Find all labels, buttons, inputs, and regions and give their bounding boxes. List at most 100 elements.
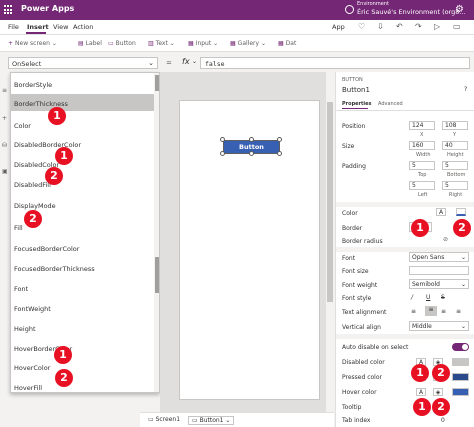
redo-icon[interactable]: ↷ <box>415 22 422 31</box>
align-right-icon[interactable]: ≡ <box>441 308 446 315</box>
save-icon[interactable]: ▭ <box>453 22 461 31</box>
option-font[interactable]: Font <box>14 285 28 293</box>
screen-breadcrumb[interactable]: ▭ Screen1 <box>148 416 180 423</box>
callout-badge-2: 2 <box>45 167 63 185</box>
tab-advanced[interactable]: Advanced <box>378 101 403 107</box>
chevron-down-icon: ⌄ <box>148 59 154 67</box>
resize-handle[interactable] <box>249 151 254 156</box>
font-weight-dropdown[interactable]: Semibold ⌄ <box>409 279 469 289</box>
formula-input[interactable]: false <box>200 57 470 69</box>
app-button[interactable]: App <box>332 23 345 31</box>
height-input[interactable]: 40 <box>442 141 468 150</box>
fx-chevron-icon[interactable]: ⌄ <box>192 58 197 65</box>
hover-border-swatch[interactable] <box>452 388 469 396</box>
fill-color-swatch[interactable] <box>456 208 466 216</box>
new-screen-button[interactable]: + New screen ⌄ <box>8 40 57 47</box>
position-x-input[interactable]: 124 <box>409 121 435 130</box>
preview-icon[interactable]: ▷ <box>434 22 440 31</box>
underline-icon[interactable]: U <box>426 294 430 301</box>
label-icon: ▤ <box>78 40 84 47</box>
canvas-scroll-thumb[interactable] <box>327 102 333 302</box>
option-hovercolor[interactable]: HoverColor <box>14 364 50 372</box>
input-menu[interactable]: ▦ Input ⌄ <box>188 40 218 47</box>
canvas-scrollbar[interactable] <box>326 72 334 412</box>
option-focusedbordercolor[interactable]: FocusedBorderColor <box>14 245 79 253</box>
option-focusedborderthickness[interactable]: FocusedBorderThickness <box>14 265 95 273</box>
callout-badge-1: 1 <box>413 398 431 416</box>
option-disabledfill[interactable]: DisabledFill <box>14 181 51 189</box>
align-justify-icon[interactable]: ≡ <box>456 308 461 315</box>
resize-handle[interactable] <box>220 151 225 156</box>
option-displaymode[interactable]: DisplayMode <box>14 202 56 210</box>
tab-properties[interactable]: Properties <box>342 101 371 107</box>
strikethrough-icon[interactable]: S <box>441 294 445 301</box>
property-select[interactable]: OnSelect ⌄ <box>8 57 158 69</box>
disabled-border-swatch[interactable] <box>452 358 469 366</box>
insert-icon[interactable]: + <box>2 115 7 122</box>
italic-icon[interactable]: / <box>411 294 413 301</box>
font-weight-label: Font weight <box>342 282 378 289</box>
label-button[interactable]: ▤ Label <box>78 40 102 47</box>
settings-icon[interactable]: ⚙ <box>455 4 464 15</box>
padding-bottom-input[interactable]: 5 <box>442 161 468 170</box>
hover-fill-icon[interactable]: ◈ <box>433 388 443 396</box>
option-hoverfill[interactable]: HoverFill <box>14 384 42 392</box>
media-icon[interactable]: ▣ <box>2 168 8 175</box>
menu-action[interactable]: Action <box>73 23 93 31</box>
align-left-icon[interactable]: ≡ <box>411 308 416 315</box>
auto-disable-label: Auto disable on select <box>342 344 409 351</box>
gallery-menu[interactable]: ▦ Gallery ⌄ <box>230 40 266 47</box>
align-center-icon[interactable]: ≡ <box>425 306 437 316</box>
resize-handle[interactable] <box>220 137 225 142</box>
app-launcher-icon[interactable] <box>4 5 14 15</box>
position-y-input[interactable]: 108 <box>442 121 468 130</box>
padding-top-input[interactable]: 5 <box>409 161 435 170</box>
data-table-button[interactable]: ▦ Dat <box>278 40 296 47</box>
link-icon[interactable]: ⊘ <box>443 236 448 243</box>
button-button[interactable]: ▭ Button <box>108 40 136 47</box>
option-height[interactable]: Height <box>14 325 36 333</box>
text-color-swatch[interactable]: A <box>436 208 446 216</box>
control-type: BUTTON <box>342 77 363 83</box>
hover-text-color-swatch[interactable]: A <box>416 388 426 396</box>
padding-label: Padding <box>342 163 366 170</box>
resize-handle[interactable] <box>277 151 282 156</box>
resize-handle[interactable] <box>277 137 282 142</box>
text-label: Text <box>155 40 168 47</box>
font-dropdown[interactable]: Open Sans ⌄ <box>409 252 469 262</box>
input-icon: ▦ <box>188 40 194 47</box>
auto-disable-toggle[interactable] <box>452 343 469 351</box>
vertical-align-dropdown[interactable]: Middle ⌄ <box>409 321 469 331</box>
tab-index-value[interactable]: 0 <box>441 417 445 424</box>
font-size-input[interactable] <box>409 266 469 275</box>
app-title: Power Apps <box>21 4 75 13</box>
option-fontweight[interactable]: FontWeight <box>14 305 51 313</box>
pressed-border-swatch[interactable] <box>452 373 469 381</box>
tree-view-icon[interactable]: ≡ <box>2 87 7 94</box>
option-disabledbordercolor[interactable]: DisabledBorderColor <box>14 141 81 149</box>
padding-left-input[interactable]: 5 <box>409 181 435 190</box>
font-value: Open Sans <box>412 254 445 261</box>
menu-view[interactable]: View <box>53 23 68 31</box>
chevron-down-icon: ⌄ <box>460 254 466 261</box>
fx-icon[interactable]: fx <box>182 57 190 66</box>
padding-right-input[interactable]: 5 <box>442 181 468 190</box>
width-input[interactable]: 160 <box>409 141 435 150</box>
undo-icon[interactable]: ↶ <box>396 22 403 31</box>
menu-insert[interactable]: Insert <box>27 23 49 31</box>
text-menu[interactable]: ▥ Text ⌄ <box>148 40 175 47</box>
share-icon[interactable]: ⇩ <box>377 22 384 31</box>
option-color[interactable]: Color <box>14 122 31 130</box>
menu-file[interactable]: File <box>8 23 19 31</box>
control-name[interactable]: Button1 <box>342 86 370 94</box>
button-breadcrumb[interactable]: ▭ Button1 ⌄ <box>188 416 235 425</box>
help-icon[interactable]: ? <box>464 86 467 93</box>
option-fill[interactable]: Fill <box>14 224 23 232</box>
data-icon[interactable]: ⛁ <box>2 142 7 149</box>
resize-handle[interactable] <box>249 137 254 142</box>
environment-name[interactable]: Éric Sauvé's Environment (org8... <box>357 8 466 16</box>
callout-badge-2: 2 <box>24 210 42 228</box>
option-borderstyle[interactable]: BorderStyle <box>14 81 52 89</box>
app-checker-icon[interactable]: ♡ <box>358 22 365 31</box>
vertical-align-value: Middle <box>412 323 432 330</box>
